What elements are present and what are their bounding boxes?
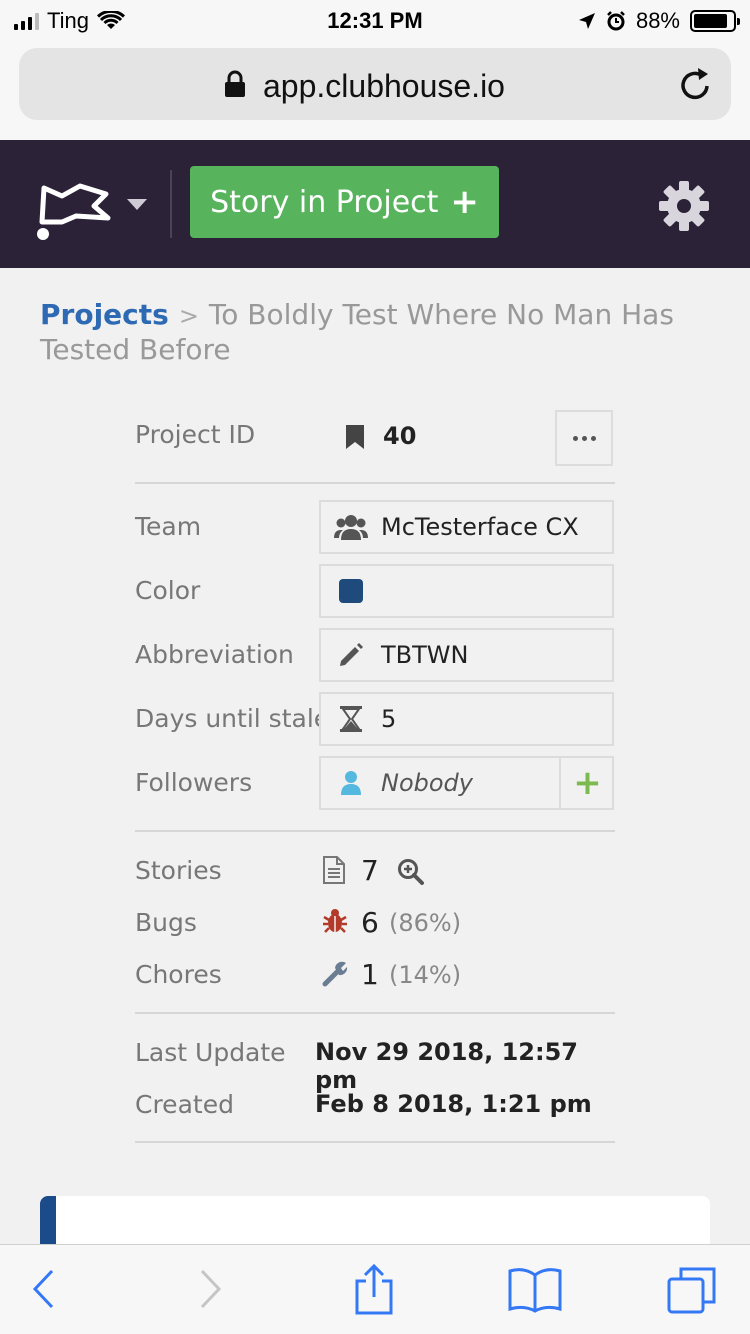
pencil-icon: [321, 642, 381, 668]
back-arrow-icon[interactable]: [30, 1267, 56, 1311]
project-id-label: Project ID: [135, 420, 256, 449]
abbreviation-label: Abbreviation: [135, 640, 294, 669]
story-in-project-label: Story in Project: [210, 184, 439, 220]
battery-icon: [690, 10, 740, 32]
breadcrumb: Projects > To Boldly Test Where No Man Has…: [40, 298, 720, 366]
stories-count: 7: [361, 854, 379, 887]
forward-arrow-icon[interactable]: [198, 1267, 224, 1311]
chores-percent: (14%): [389, 961, 462, 989]
abbreviation-value: TBTWN: [381, 641, 469, 669]
alarm-icon: [607, 11, 625, 31]
browser-toolbar: [0, 1244, 750, 1334]
document-icon: [323, 856, 345, 884]
bookmarks-icon[interactable]: [508, 1267, 562, 1313]
url-text[interactable]: app.clubhouse.io: [263, 68, 505, 105]
bugs-percent: (86%): [389, 909, 462, 937]
chores-count: 1: [361, 958, 379, 991]
days-until-stale-field[interactable]: 5: [319, 692, 614, 746]
battery-percent: 88%: [635, 8, 680, 33]
gear-icon[interactable]: [658, 180, 710, 232]
users-icon: [321, 513, 381, 541]
color-swatch: [339, 579, 363, 603]
app-header: Story in Project +: [0, 140, 750, 268]
team-label: Team: [135, 512, 202, 541]
abbreviation-field[interactable]: TBTWN: [319, 628, 614, 682]
team-value: McTesterface CX: [381, 513, 579, 541]
stories-label: Stories: [135, 856, 222, 885]
user-icon: [321, 770, 381, 796]
bugs-label: Bugs: [135, 908, 197, 937]
divider: [135, 482, 615, 484]
tabs-icon[interactable]: [666, 1265, 718, 1315]
divider: [135, 1012, 615, 1014]
bookmark-icon: [346, 425, 364, 449]
bug-icon: [323, 909, 347, 933]
zoom-in-icon[interactable]: [397, 858, 425, 886]
days-until-stale-value: 5: [381, 705, 397, 733]
share-icon[interactable]: [352, 1263, 396, 1315]
story-in-project-button[interactable]: Story in Project +: [190, 166, 499, 238]
wrench-icon: [322, 961, 348, 987]
created-value: Feb 8 2018, 1:21 pm: [315, 1090, 592, 1118]
address-bar[interactable]: app.clubhouse.io: [19, 48, 731, 120]
last-update-label: Last Update: [135, 1038, 286, 1067]
status-bar: Ting 12:31 PM 88%: [0, 0, 750, 40]
lock-icon: [225, 70, 245, 97]
created-label: Created: [135, 1090, 234, 1119]
reload-icon[interactable]: [679, 66, 713, 102]
add-follower-button[interactable]: +: [559, 758, 614, 808]
last-update-value: Nov 29 2018, 12:57 pm: [315, 1038, 578, 1094]
chores-label: Chores: [135, 960, 222, 989]
team-field[interactable]: McTesterface CX: [319, 500, 614, 554]
more-options-button[interactable]: [555, 410, 613, 466]
days-until-stale-label: Days until stale: [135, 704, 330, 733]
followers-label: Followers: [135, 768, 253, 797]
location-arrow-icon: [578, 13, 595, 29]
color-label: Color: [135, 576, 201, 605]
project-id-value: 40: [383, 422, 417, 450]
header-divider: [170, 170, 172, 238]
clubhouse-logo-icon[interactable]: [34, 182, 116, 240]
divider: [135, 1141, 615, 1143]
breadcrumb-projects-link[interactable]: Projects: [40, 298, 169, 331]
followers-value: Nobody: [381, 769, 473, 797]
color-field[interactable]: [319, 564, 614, 618]
browser-chrome: app.clubhouse.io: [0, 40, 750, 140]
followers-field[interactable]: Nobody +: [319, 756, 614, 810]
breadcrumb-separator: >: [178, 302, 199, 330]
chevron-down-icon[interactable]: [126, 198, 148, 212]
hourglass-icon: [321, 705, 381, 733]
divider: [135, 830, 615, 832]
bugs-count: 6: [361, 906, 379, 939]
plus-icon: +: [450, 182, 479, 222]
plus-icon: +: [573, 763, 602, 803]
